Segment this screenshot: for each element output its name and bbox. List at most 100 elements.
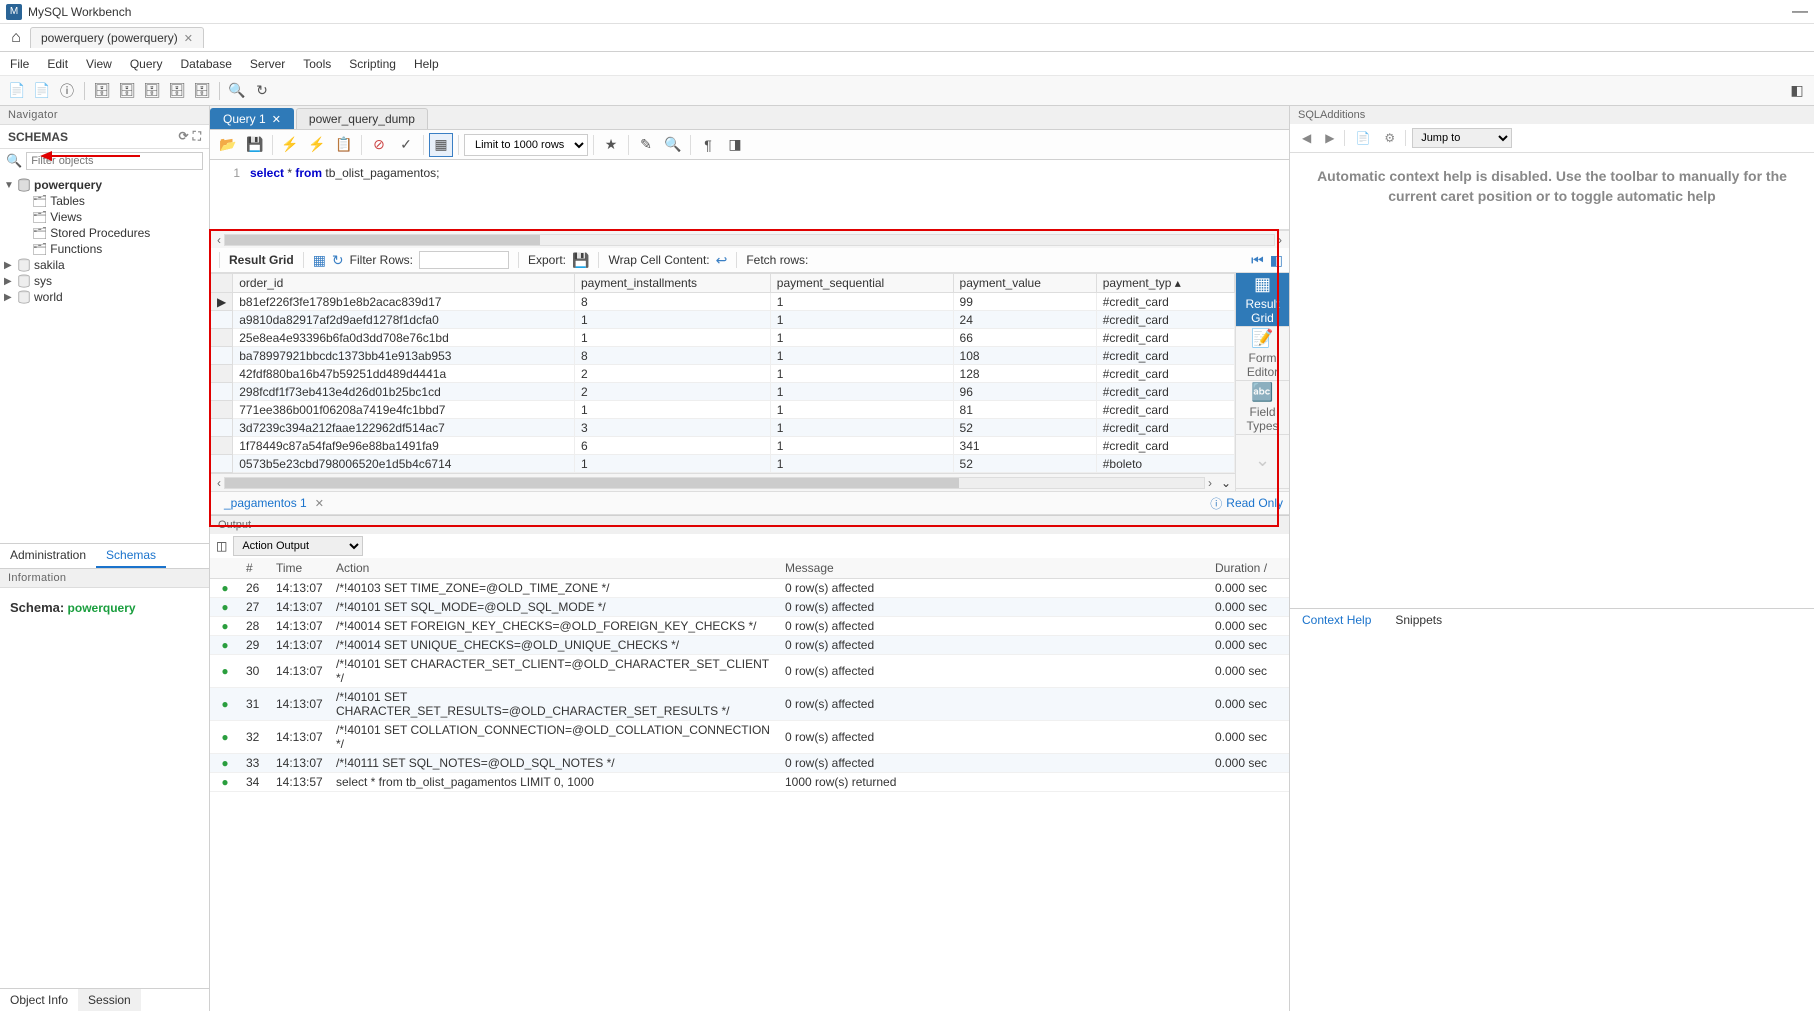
- menu-scripting[interactable]: Scripting: [349, 57, 396, 71]
- output-row[interactable]: ●2614:13:07/*!40103 SET TIME_ZONE=@OLD_T…: [210, 579, 1289, 598]
- menu-view[interactable]: View: [86, 57, 112, 71]
- table-row[interactable]: ba78997921bbcdc1373bb41e913ab95381108#cr…: [211, 347, 1235, 365]
- stop-icon[interactable]: ⊘: [367, 133, 391, 157]
- side-tab-more[interactable]: ⌄: [1236, 435, 1289, 489]
- execute-current-icon[interactable]: ⚡: [305, 133, 329, 157]
- filter-rows-input[interactable]: [419, 251, 509, 269]
- table-row[interactable]: 1f78449c87a54faf9e96e88ba1491fa961341#cr…: [211, 437, 1235, 455]
- tree-views[interactable]: 🗂Views: [32, 209, 205, 225]
- menu-query[interactable]: Query: [130, 57, 163, 71]
- limit-rows-select[interactable]: Limit to 1000 rows: [464, 134, 588, 156]
- refresh-icon[interactable]: ↻: [251, 80, 273, 102]
- output-row[interactable]: ●2814:13:07/*!40014 SET FOREIGN_KEY_CHEC…: [210, 617, 1289, 636]
- table-row[interactable]: a9810da82917af2d9aefd1278f1dcfa01124#cre…: [211, 311, 1235, 329]
- find-icon[interactable]: ✎: [634, 133, 658, 157]
- scroll-up-icon[interactable]: ▴: [1175, 276, 1181, 290]
- toggle-icon[interactable]: ◧: [1270, 252, 1283, 269]
- output-row[interactable]: ●3314:13:07/*!40111 SET SQL_NOTES=@OLD_S…: [210, 754, 1289, 773]
- output-window-icon[interactable]: ◫: [216, 539, 227, 553]
- forward-icon[interactable]: ▶: [1321, 131, 1338, 145]
- side-tab-result-grid[interactable]: ▦Result Grid: [1236, 273, 1289, 327]
- scroll-left-icon[interactable]: ‹: [214, 476, 224, 490]
- scroll-right-icon[interactable]: ›: [1275, 233, 1285, 247]
- output-row[interactable]: ●3214:13:07/*!40101 SET COLLATION_CONNEC…: [210, 721, 1289, 754]
- schema-expand-icon[interactable]: ⛶: [193, 129, 201, 144]
- tab-administration[interactable]: Administration: [0, 544, 96, 568]
- tab-schemas[interactable]: Schemas: [96, 544, 166, 568]
- col-payment-sequential[interactable]: payment_sequential: [770, 274, 953, 293]
- schema-powerquery[interactable]: ▼ powerquery: [4, 177, 205, 193]
- back-icon[interactable]: ◀: [1298, 131, 1315, 145]
- db-sp-icon[interactable]: 🗄: [166, 80, 188, 102]
- tab-session[interactable]: Session: [78, 989, 141, 1011]
- menu-tools[interactable]: Tools: [303, 57, 331, 71]
- col-payment-installments[interactable]: payment_installments: [574, 274, 770, 293]
- scroll-thumb[interactable]: [225, 478, 959, 488]
- table-row[interactable]: 3d7239c394a212faae122962df514ac73152#cre…: [211, 419, 1235, 437]
- toggle-icon[interactable]: ¶: [696, 133, 720, 157]
- output-row[interactable]: ●3014:13:07/*!40101 SET CHARACTER_SET_CL…: [210, 655, 1289, 688]
- panel-toggle-icon[interactable]: ◧: [1786, 80, 1808, 102]
- side-tab-field-types[interactable]: 🔤Field Types: [1236, 381, 1289, 435]
- close-icon[interactable]: ✕: [315, 497, 324, 510]
- db-table-icon[interactable]: 🗄: [116, 80, 138, 102]
- output-row[interactable]: ●3114:13:07/*!40101 SET CHARACTER_SET_RE…: [210, 688, 1289, 721]
- schema-sys[interactable]: ▶sys: [4, 273, 205, 289]
- beautify-icon[interactable]: ★: [599, 133, 623, 157]
- table-row[interactable]: 42fdf880ba16b47b59251dd489d4441a21128#cr…: [211, 365, 1235, 383]
- db-fn-icon[interactable]: 🗄: [191, 80, 213, 102]
- query-tab-1[interactable]: Query 1✕: [210, 108, 294, 129]
- tab-snippets[interactable]: Snippets: [1383, 609, 1454, 631]
- auto-icon[interactable]: ⚙: [1380, 131, 1399, 145]
- result-tab[interactable]: _pagamentos 1: [216, 494, 315, 512]
- scroll-right-icon[interactable]: ›: [1205, 476, 1215, 490]
- minimize-icon[interactable]: —: [1792, 3, 1808, 21]
- table-row[interactable]: 298fcdf1f73eb413e4d26d01b25bc1cd2196#cre…: [211, 383, 1235, 401]
- refresh-icon[interactable]: ↻: [332, 252, 344, 269]
- tree-tables[interactable]: 🗂Tables: [32, 193, 205, 209]
- db-create-icon[interactable]: 🗄: [91, 80, 113, 102]
- save-icon[interactable]: 💾: [243, 133, 267, 157]
- wrap-icon[interactable]: ↩: [716, 252, 728, 269]
- db-view-icon[interactable]: 🗄: [141, 80, 163, 102]
- menu-server[interactable]: Server: [250, 57, 285, 71]
- menu-help[interactable]: Help: [414, 57, 439, 71]
- scroll-down-icon[interactable]: ⌄: [1221, 476, 1231, 490]
- commit-icon[interactable]: ✓: [394, 133, 418, 157]
- col-payment-value[interactable]: payment_value: [953, 274, 1096, 293]
- schema-refresh-icon[interactable]: ⟳: [179, 129, 189, 144]
- search-icon[interactable]: 🔍: [226, 80, 248, 102]
- tree-functions[interactable]: 🗂Functions: [32, 241, 205, 257]
- help-icon[interactable]: 📄: [1351, 131, 1374, 145]
- zoom-icon[interactable]: 🔍: [661, 133, 685, 157]
- col-order-id[interactable]: order_id: [233, 274, 575, 293]
- open-file-icon[interactable]: 📂: [216, 133, 240, 157]
- schema-sakila[interactable]: ▶sakila: [4, 257, 205, 273]
- execute-icon[interactable]: ⚡: [278, 133, 302, 157]
- result-grid[interactable]: order_id payment_installments payment_se…: [210, 273, 1235, 491]
- output-row[interactable]: ●2714:13:07/*!40101 SET SQL_MODE=@OLD_SQ…: [210, 598, 1289, 617]
- close-icon[interactable]: ✕: [272, 113, 281, 126]
- document-tab[interactable]: powerquery (powerquery) ✕: [30, 27, 204, 48]
- close-icon[interactable]: ✕: [184, 32, 193, 45]
- new-sql-tab-icon[interactable]: 📄: [31, 80, 53, 102]
- jump-to-select[interactable]: Jump to: [1412, 128, 1512, 148]
- sql-editor[interactable]: 1 select * from tb_olist_pagamentos;: [210, 160, 1289, 230]
- tree-stored-procedures[interactable]: 🗂Stored Procedures: [32, 225, 205, 241]
- menu-edit[interactable]: Edit: [47, 57, 68, 71]
- table-row[interactable]: 771ee386b001f06208a7419e4fc1bbd71181#cre…: [211, 401, 1235, 419]
- export-icon[interactable]: 💾: [572, 252, 589, 269]
- panel-icon[interactable]: ◨: [723, 133, 747, 157]
- scroll-thumb[interactable]: [225, 235, 540, 245]
- home-icon[interactable]: ⌂: [6, 28, 26, 48]
- editor-hscroll[interactable]: ‹ ›: [210, 230, 1289, 248]
- query-tab-2[interactable]: power_query_dump: [296, 108, 428, 129]
- explain-icon[interactable]: 📋: [332, 133, 356, 157]
- schema-world[interactable]: ▶world: [4, 289, 205, 305]
- table-row[interactable]: ▶b81ef226f3fe1789b1e8b2acac839d178199#cr…: [211, 293, 1235, 311]
- menu-file[interactable]: File: [10, 57, 29, 71]
- tab-context-help[interactable]: Context Help: [1290, 609, 1383, 631]
- output-type-select[interactable]: Action Output: [233, 536, 363, 556]
- col-payment-type[interactable]: payment_typ ▴: [1096, 274, 1234, 293]
- output-row[interactable]: ●3414:13:57select * from tb_olist_pagame…: [210, 773, 1289, 792]
